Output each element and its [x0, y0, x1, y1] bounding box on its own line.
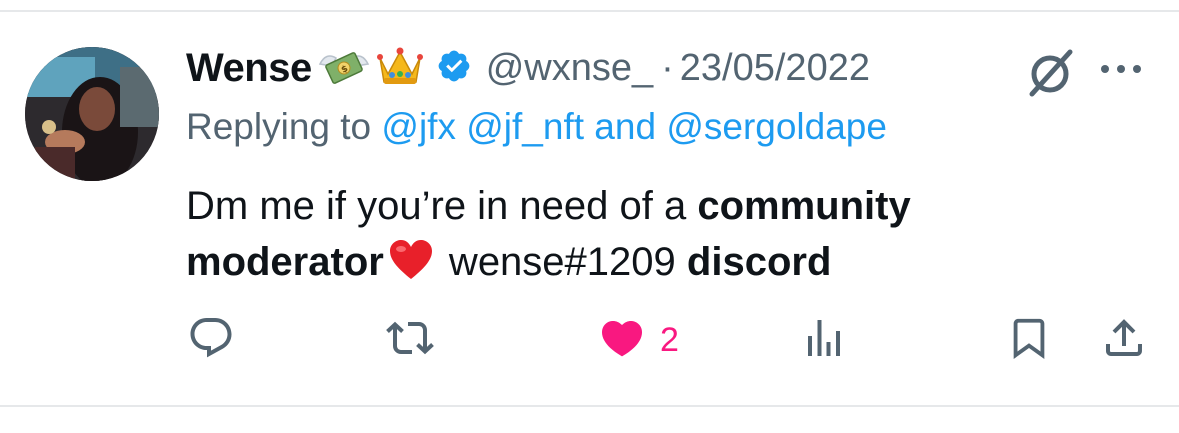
display-name[interactable]: Wense	[186, 46, 312, 91]
avatar[interactable]	[25, 47, 159, 181]
reply-button[interactable]	[187, 314, 235, 367]
retweet-button[interactable]	[385, 314, 435, 367]
views-button[interactable]	[800, 314, 848, 367]
retweet-icon	[385, 314, 435, 367]
verified-badge-icon[interactable]	[436, 48, 472, 89]
tweet-text: Dm me if you’re in need of a community m…	[186, 178, 1046, 296]
handle[interactable]: @wxnse_	[486, 47, 653, 90]
mention-link[interactable]: @jf_nft	[466, 106, 584, 147]
red-heart-emoji	[388, 239, 434, 296]
share-icon	[1100, 314, 1148, 367]
crown-emoji	[376, 44, 424, 93]
heart-filled-icon	[596, 314, 648, 367]
bookmark-icon	[1006, 314, 1052, 367]
mention-link[interactable]: @sergoldape	[666, 106, 887, 147]
replying-to-line: Replying to @jfx @jf_nft and @sergoldape	[186, 106, 887, 148]
bottom-divider	[0, 405, 1179, 407]
mention-link[interactable]: @jfx	[381, 106, 456, 147]
tweet-text-part: wense#1209	[437, 240, 687, 284]
replying-prefix: Replying to	[186, 106, 372, 147]
tweet-header: Wense $ @wxnse_ · 23/05/2022	[186, 40, 870, 96]
like-count: 2	[660, 321, 679, 359]
more-icon[interactable]	[1098, 62, 1144, 81]
money-with-wings-emoji: $	[318, 44, 370, 93]
tweet-text-part: Dm me if you’re in need of a	[186, 184, 698, 228]
top-divider	[0, 10, 1179, 12]
bookmark-button[interactable]	[1006, 314, 1052, 367]
views-icon	[800, 314, 848, 367]
replying-and[interactable]: and	[594, 106, 656, 147]
tweet-date[interactable]: 23/05/2022	[680, 47, 870, 90]
avatar-image	[25, 47, 159, 181]
grok-icon[interactable]	[1022, 44, 1078, 105]
separator-dot: ·	[661, 46, 674, 89]
like-button[interactable]: 2	[596, 314, 679, 367]
reply-icon	[187, 314, 235, 367]
tweet-text-bold: discord	[686, 240, 832, 284]
share-button[interactable]	[1100, 314, 1148, 367]
